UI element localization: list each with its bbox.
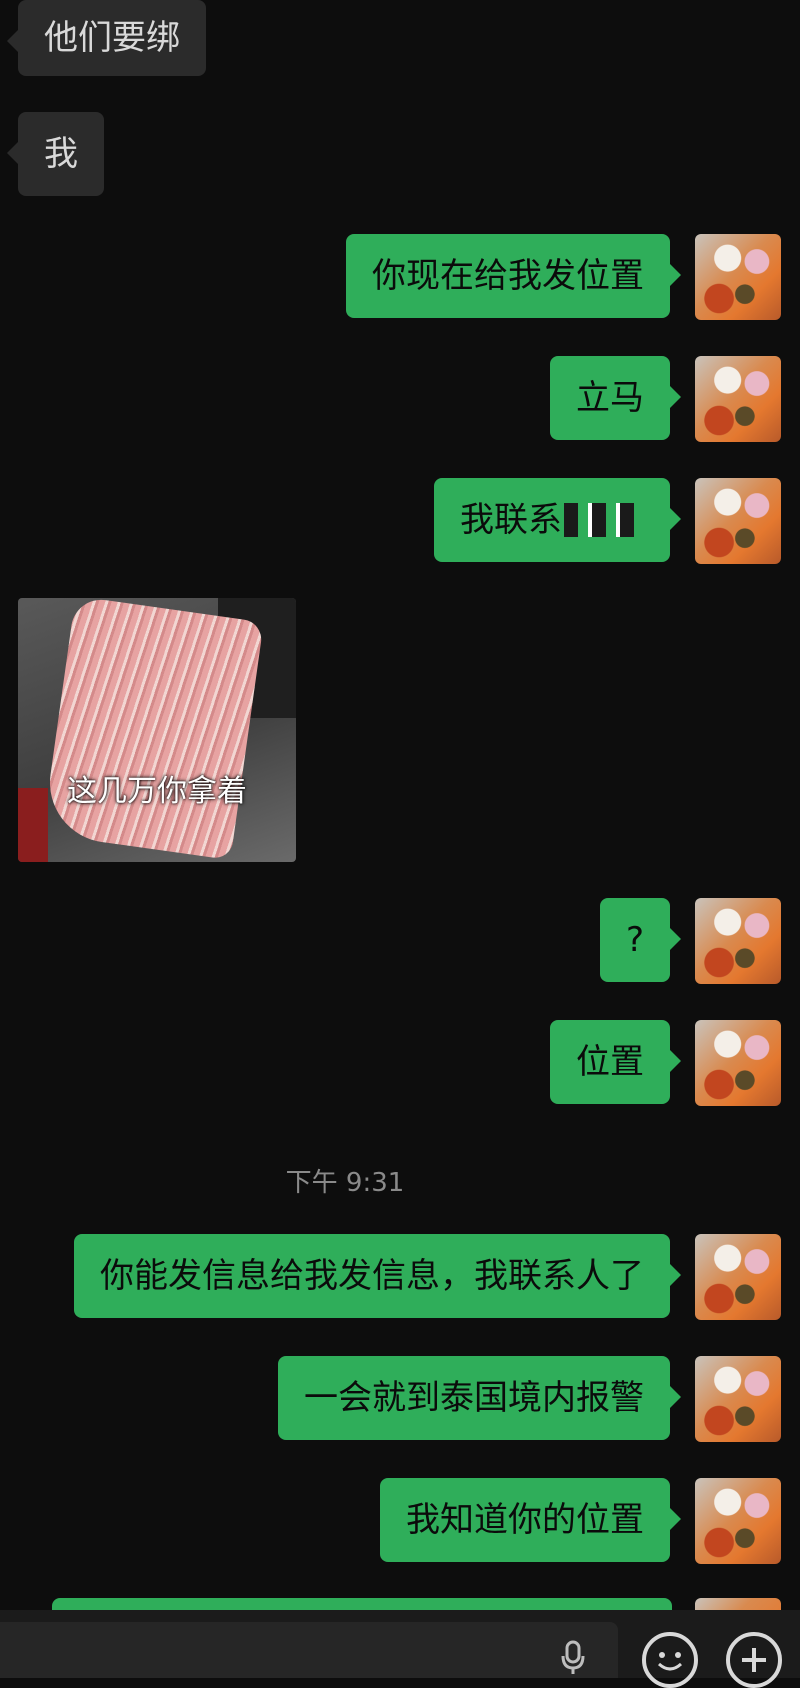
outgoing-message[interactable]: 我联系 — [434, 478, 681, 562]
outgoing-message[interactable]: 位置 — [550, 1020, 681, 1104]
redacted-text — [564, 503, 644, 537]
message-text: 你现在给我发位置 — [372, 256, 644, 296]
user-avatar[interactable] — [695, 898, 781, 984]
message-text: 位置 — [576, 1042, 644, 1082]
outgoing-message[interactable]: 立马 — [550, 356, 681, 440]
user-avatar[interactable] — [695, 356, 781, 442]
incoming-image-message[interactable]: 这几万你拿着 — [18, 598, 296, 862]
message-text: ? — [625, 920, 644, 960]
message-text: 我联系 — [460, 500, 562, 540]
incoming-message[interactable]: 他们要绑 — [7, 0, 206, 76]
message-timestamp: 下午 9:31 — [285, 1168, 405, 1198]
user-avatar[interactable] — [695, 1234, 781, 1320]
emoji-icon[interactable] — [642, 1632, 698, 1688]
user-avatar[interactable] — [695, 478, 781, 564]
chat-input-bar — [0, 1610, 800, 1688]
message-text: 我 — [44, 134, 78, 174]
message-text: 我知道你的位置 — [406, 1500, 644, 1540]
image-caption: 这几万你拿着 — [67, 774, 247, 809]
emoji-face-icon — [657, 1652, 683, 1671]
user-avatar[interactable] — [695, 234, 781, 320]
outgoing-message[interactable]: 你现在给我发位置 — [346, 234, 681, 318]
outgoing-message[interactable]: 你能发信息给我发信息，我联系人了 — [74, 1234, 681, 1318]
user-avatar[interactable] — [695, 1020, 781, 1106]
incoming-message[interactable]: 我 — [7, 112, 104, 196]
outgoing-message[interactable]: 我知道你的位置 — [380, 1478, 681, 1562]
cash-stack-image — [42, 598, 264, 861]
microphone-icon[interactable] — [560, 1640, 586, 1676]
message-text: 你能发信息给我发信息，我联系人了 — [100, 1256, 644, 1296]
user-avatar[interactable] — [695, 1356, 781, 1442]
plus-glyph-icon — [742, 1648, 766, 1672]
message-input[interactable] — [0, 1622, 618, 1678]
message-text: 一会就到泰国境内报警 — [304, 1378, 644, 1418]
outgoing-message[interactable]: ? — [599, 898, 682, 982]
plus-icon[interactable] — [726, 1632, 782, 1688]
outgoing-message[interactable]: 一会就到泰国境内报警 — [278, 1356, 681, 1440]
user-avatar[interactable] — [695, 1478, 781, 1564]
chat-message-list: 他们要绑 我 你现在给我发位置 立马 我联系 这几万你拿着 ? 位置 下午 9:… — [0, 0, 800, 1678]
message-text: 他们要绑 — [44, 18, 180, 58]
message-text: 立马 — [576, 378, 644, 418]
